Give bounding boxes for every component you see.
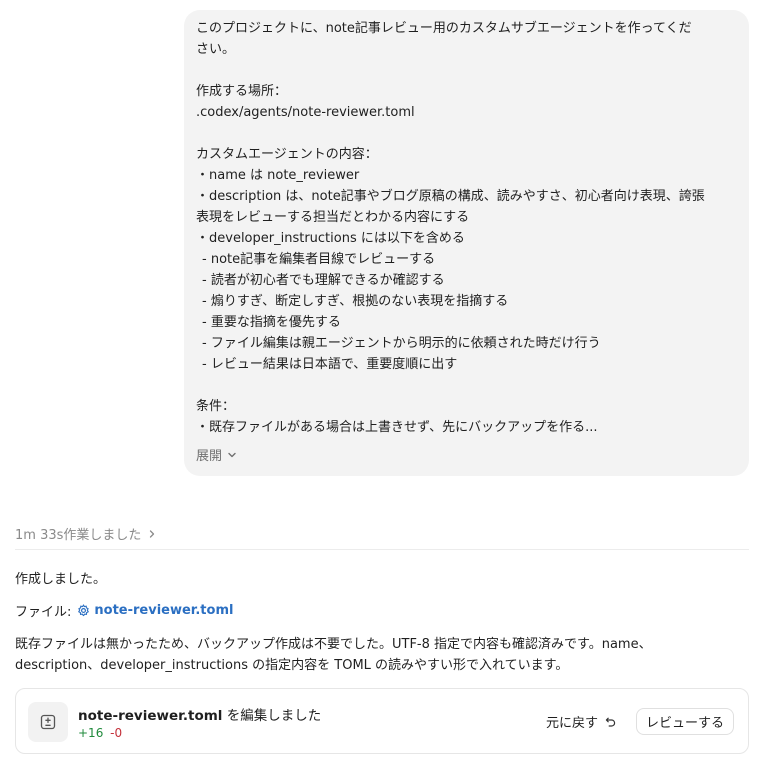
response-created-text: 作成しました。 [15,572,107,587]
undo-button[interactable]: 元に戻す [546,712,617,731]
undo-icon [605,717,616,727]
review-button[interactable]: レビューする [636,708,735,735]
message-line: .codex/agents/note-reviewer.toml [196,105,415,120]
message-line: 作成する場所： [196,84,288,99]
message-line: このプロジェクトに、note記事レビュー用のカスタムサブエージェントを作ってくだ [196,21,692,36]
message-line: - 重要な指摘を優先する [202,315,341,330]
expand-button[interactable]: 展開 [196,445,238,464]
undo-label: 元に戻す [546,716,599,731]
edited-file-name: note-reviewer.toml [78,708,223,724]
chat-page: このプロジェクトに、note記事レビュー用のカスタムサブエージェントを作ってくだ… [0,0,757,761]
additions-count: +16 [78,726,104,740]
chevron-right-icon [150,529,155,538]
message-line: ・developer_instructions には以下を含める [196,231,465,246]
divider [15,549,749,550]
message-line: - 読者が初心者でも理解できるか確認する [202,273,445,288]
message-line: - ファイル編集は親エージェントから明示的に依頼された時だけ行う [202,336,601,351]
file-link[interactable]: note-reviewer.toml [77,603,233,618]
edit-action-text: を編集しました [222,708,322,724]
message-line: - 煽りすぎ、断定しすぎ、根拠のない表現を指摘する [202,294,509,309]
worked-duration-label: 1m 33s作業しました [15,528,142,543]
diffstat: +16 -0 [78,726,122,740]
message-line: カスタムエージェントの内容： [196,147,378,162]
message-line: ・description は、note記事やブログ原稿の構成、読みやすさ、初心者… [196,189,705,204]
message-line: 表現をレビューする担当だとわかる内容にする [196,210,470,225]
message-line: ・name は note_reviewer [196,168,360,183]
chevron-down-icon [228,452,236,457]
message-line: さい。 [196,42,236,57]
response-file-row: ファイル: note-reviewer.toml [15,601,233,620]
expand-label: 展開 [196,449,223,464]
edit-summary-card: note-reviewer.toml を編集しました +16 -0 元に戻す レ… [15,688,749,754]
message-line: 条件： [196,399,236,414]
worked-duration-toggle[interactable]: 1m 33s作業しました [15,524,157,543]
user-message-bubble: このプロジェクトに、note記事レビュー用のカスタムサブエージェントを作ってくだ… [184,10,749,476]
message-line: - レビュー結果は日本語で、重要度順に出す [202,357,458,372]
edit-card-title: note-reviewer.toml を編集しました [78,704,321,724]
message-line: ・既存ファイルがある場合は上書きせず、先にバックアップを作る... [196,420,598,435]
file-label: ファイル: [15,605,72,620]
diff-icon [28,702,68,742]
response-summary: 既存ファイルは無かったため、バックアップ作成は不要でした。UTF-8 指定で内容… [15,634,751,676]
gear-icon [78,604,90,617]
message-line: - note記事を編集者目線でレビューする [202,252,436,267]
file-link-label: note-reviewer.toml [94,603,234,618]
user-message-text: このプロジェクトに、note記事レビュー用のカスタムサブエージェントを作ってくだ… [196,18,735,438]
deletions-count: -0 [110,726,123,740]
response-summary-line: description、developer_instructions の指定内容… [15,658,569,673]
response-summary-line: 既存ファイルは無かったため、バックアップ作成は不要でした。UTF-8 指定で内容… [15,637,652,652]
